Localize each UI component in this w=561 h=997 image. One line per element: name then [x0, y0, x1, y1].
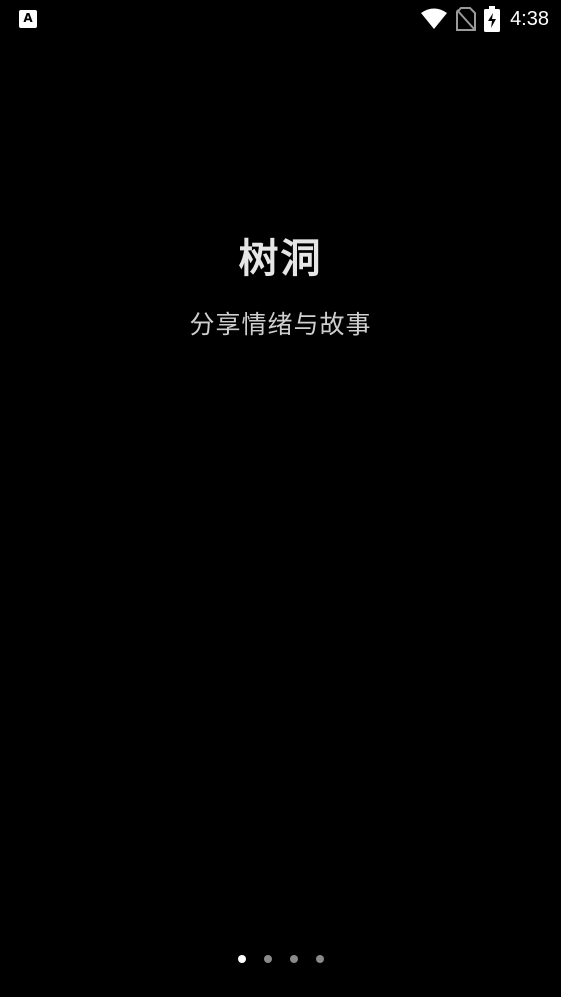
no-sim-icon [456, 7, 477, 31]
page-indicator [0, 955, 561, 965]
notification-icon-letter: A [23, 11, 33, 25]
battery-charging-icon [484, 6, 501, 32]
status-bar: A 4:38 [0, 0, 561, 38]
page-dot-2[interactable] [263, 955, 272, 963]
page-dot-1[interactable] [237, 955, 246, 963]
splash-screen[interactable]: A 4:38 树洞 分享情绪与故事 [0, 0, 561, 997]
status-time: 4:38 [510, 7, 549, 30]
wifi-icon [421, 8, 448, 29]
app-title: 树洞 [238, 236, 323, 282]
page-dot-4[interactable] [315, 955, 324, 963]
page-dot-3[interactable] [289, 955, 298, 963]
app-notification-icon: A [19, 10, 37, 28]
status-icons: 4:38 [420, 6, 549, 32]
app-subtitle: 分享情绪与故事 [189, 310, 372, 339]
